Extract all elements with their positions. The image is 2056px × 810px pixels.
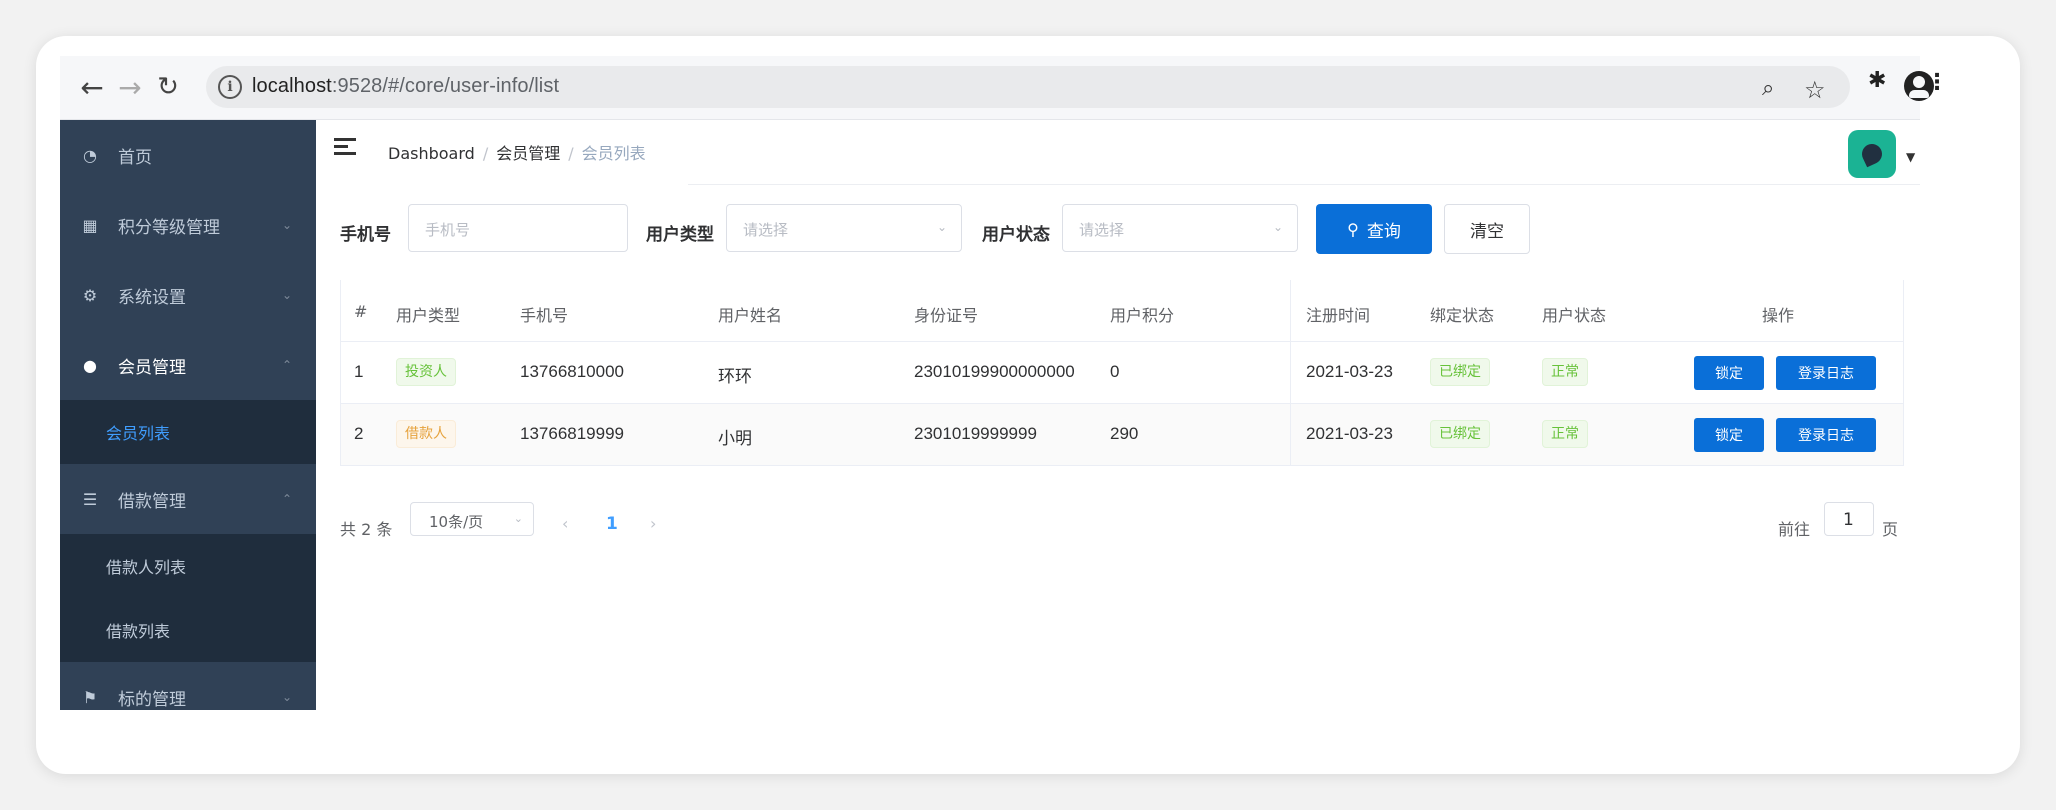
clear-button[interactable]: 清空: [1444, 204, 1530, 254]
phone-input[interactable]: 手机号: [408, 204, 628, 252]
back-arrow-icon[interactable]: ←: [74, 69, 110, 105]
browser-menu-icon[interactable]: ⋮: [1926, 70, 1948, 95]
table-header: # 用户类型 手机号 用户姓名 身份证号 用户积分 注册时间 绑定状态 用户状态…: [340, 280, 1904, 342]
col-user-type: 用户类型: [396, 306, 461, 325]
phone-label: 手机号: [340, 225, 391, 245]
loans-submenu: 借款人列表 借款列表: [60, 534, 316, 662]
col-id-no: 身份证号: [914, 306, 979, 325]
caret-down-icon[interactable]: ▼: [1906, 150, 1915, 164]
user-icon: ●: [83, 355, 97, 375]
breadcrumb-member-list: 会员列表: [581, 144, 646, 163]
star-icon[interactable]: ☆: [1804, 76, 1826, 104]
goto-suffix: 页: [1882, 520, 1899, 539]
pagination-total: 共 2 条: [340, 520, 393, 539]
site-info-icon[interactable]: i: [218, 75, 242, 99]
reload-icon[interactable]: ↻: [150, 69, 186, 105]
breadcrumb-dashboard[interactable]: Dashboard: [388, 144, 475, 163]
chevron-up-icon: ⌃: [281, 358, 292, 372]
search-icon: ⚲: [1347, 219, 1359, 239]
dashboard-icon: ◔: [83, 145, 97, 165]
browser-toolbar: ← → ↻ i localhost:9528/#/core/user-info/…: [60, 56, 1934, 120]
chevron-up-icon: ⌃: [281, 492, 292, 506]
navbar: Dashboard / 会员管理 / 会员列表 ▼: [316, 120, 1920, 182]
user-type-tag: 借款人: [396, 420, 456, 448]
goto-prefix: 前往: [1778, 520, 1811, 539]
lock-button[interactable]: 锁定: [1694, 418, 1764, 452]
divider: [340, 280, 341, 466]
sidebar-item-loans[interactable]: ☰ 借款管理 ⌃: [60, 464, 316, 534]
screenshot-card: ← → ↻ i localhost:9528/#/core/user-info/…: [36, 36, 2020, 774]
sidebar-item-loan-list[interactable]: 借款列表: [60, 598, 316, 662]
user-type-select[interactable]: 请选择 ⌄: [726, 204, 962, 252]
col-index: #: [354, 302, 368, 321]
user-type-tag: 投资人: [396, 358, 456, 386]
sidebar-item-borrower-list[interactable]: 借款人列表: [60, 534, 316, 598]
chevron-down-icon: ⌄: [281, 218, 292, 232]
sidebar-item-targets[interactable]: ⚑ 标的管理 ⌄: [60, 662, 316, 710]
flag-icon: ⚑: [82, 687, 98, 707]
breadcrumb: Dashboard / 会员管理 / 会员列表: [388, 144, 646, 163]
chart-icon: ▦: [82, 215, 98, 235]
sidebar-item-member-list[interactable]: 会员列表: [60, 400, 316, 464]
col-name: 用户姓名: [718, 306, 783, 325]
chevron-down-icon: ⌄: [936, 220, 947, 234]
table-row: 2 借款人 13766819999 小明 2301019999999 290 2…: [340, 404, 1904, 466]
user-status-tag: 正常: [1542, 420, 1588, 448]
prev-page-icon[interactable]: ‹: [562, 514, 568, 533]
query-button[interactable]: ⚲ 查询: [1316, 204, 1432, 254]
next-page-icon[interactable]: ›: [650, 514, 656, 533]
sidebar-item-members[interactable]: ● 会员管理 ⌃: [60, 330, 316, 400]
divider: [1290, 280, 1291, 466]
list-icon: ☰: [82, 489, 98, 509]
col-phone: 手机号: [520, 306, 569, 325]
main-content: Dashboard / 会员管理 / 会员列表 ▼ 手机号 手机号 用户类型 请选择 ⌄…: [316, 120, 1920, 710]
members-submenu: 会员列表: [60, 400, 316, 464]
user-status-label: 用户状态: [982, 225, 1050, 245]
table-row: 1 投资人 13766810000 环环 23010199900000000 0…: [340, 342, 1904, 404]
sidebar-item-settings[interactable]: ⚙ 系统设置 ⌄: [60, 260, 316, 330]
chevron-down-icon: ⌄: [281, 288, 292, 302]
divider: [688, 184, 1920, 185]
chevron-down-icon: ⌄: [513, 512, 523, 525]
forward-arrow-icon[interactable]: →: [112, 69, 148, 105]
hamburger-icon[interactable]: [334, 138, 356, 156]
col-actions: 操作: [1762, 306, 1795, 325]
user-type-label: 用户类型: [646, 225, 714, 245]
sidebar-item-home[interactable]: ◔ 首页: [60, 120, 316, 190]
col-points: 用户积分: [1110, 306, 1175, 325]
user-status-select[interactable]: 请选择 ⌄: [1062, 204, 1298, 252]
login-log-button[interactable]: 登录日志: [1776, 418, 1876, 452]
page-size-select[interactable]: 10条/页 ⌄: [410, 502, 534, 536]
page-number[interactable]: 1: [606, 514, 618, 534]
breadcrumb-member-mgmt[interactable]: 会员管理: [496, 144, 560, 163]
url-text[interactable]: localhost:9528/#/core/user-info/list: [252, 75, 559, 98]
extensions-icon[interactable]: ✱: [1868, 68, 1886, 93]
zoom-icon[interactable]: ⌕: [1762, 76, 1774, 101]
gear-icon: ⚙: [82, 285, 98, 305]
lock-button[interactable]: 锁定: [1694, 356, 1764, 390]
col-bind-status: 绑定状态: [1430, 306, 1495, 325]
sidebar: ◔ 首页 ▦ 积分等级管理 ⌄ ⚙ 系统设置 ⌄ ● 会员管理 ⌃ 会员列表 ☰…: [60, 120, 316, 710]
avatar[interactable]: [1848, 130, 1896, 178]
bind-status-tag: 已绑定: [1430, 358, 1490, 386]
user-status-tag: 正常: [1542, 358, 1588, 386]
bind-status-tag: 已绑定: [1430, 420, 1490, 448]
col-reg-date: 注册时间: [1306, 306, 1371, 325]
chevron-down-icon: ⌄: [281, 690, 292, 704]
divider: [1903, 280, 1904, 466]
sidebar-item-points-level[interactable]: ▦ 积分等级管理 ⌄: [60, 190, 316, 260]
col-user-status: 用户状态: [1542, 306, 1607, 325]
app-window: ◔ 首页 ▦ 积分等级管理 ⌄ ⚙ 系统设置 ⌄ ● 会员管理 ⌃ 会员列表 ☰…: [60, 120, 1920, 710]
login-log-button[interactable]: 登录日志: [1776, 356, 1876, 390]
address-bar[interactable]: i localhost:9528/#/core/user-info/list ⌕…: [206, 66, 1850, 108]
goto-page-input[interactable]: 1: [1824, 502, 1874, 536]
chevron-down-icon: ⌄: [1272, 220, 1283, 234]
